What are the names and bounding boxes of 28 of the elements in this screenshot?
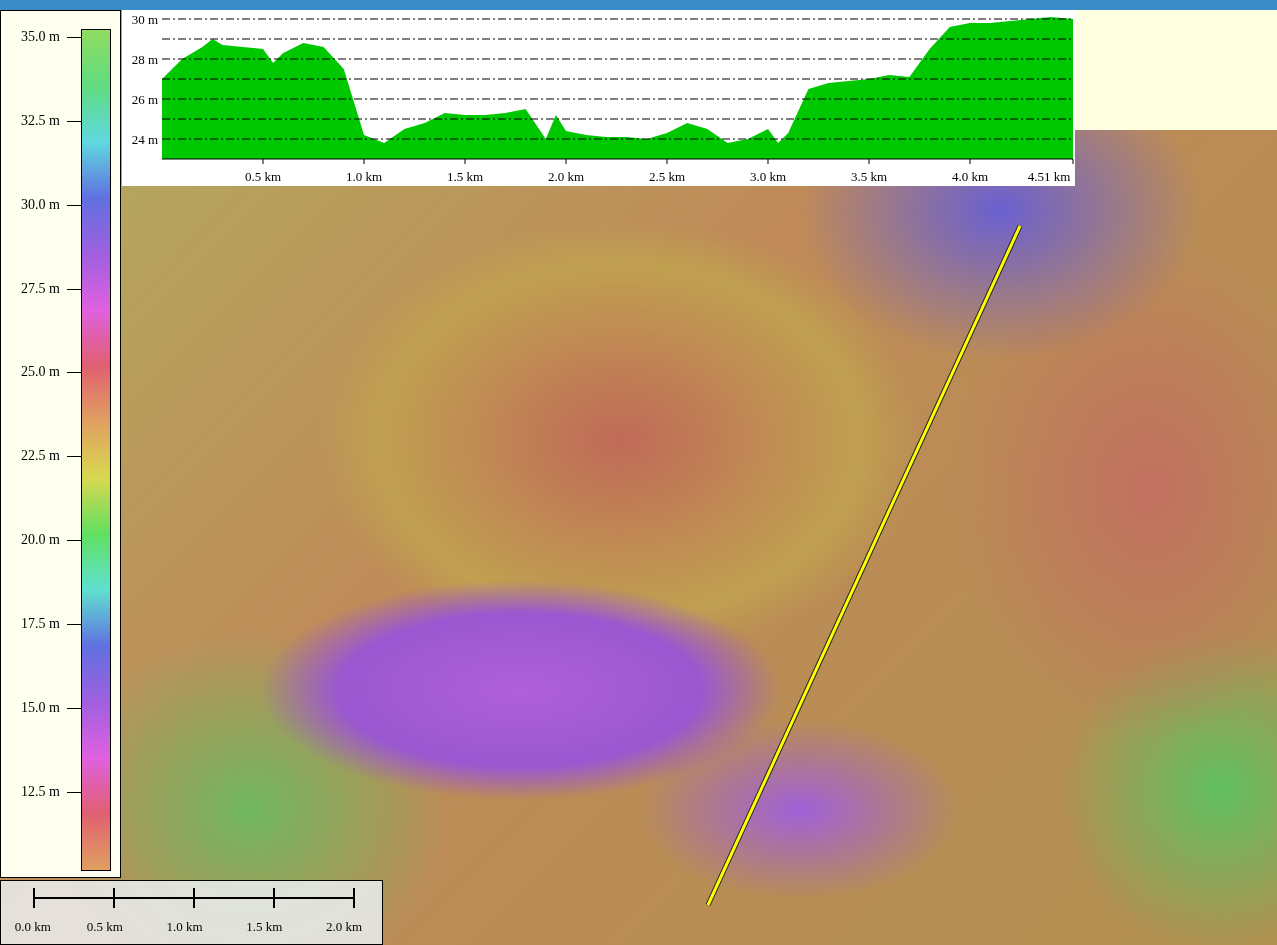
scale-label: 1.5 km — [245, 919, 284, 935]
y-tick-label: 30 m — [131, 12, 158, 27]
scale-label: 2.0 km — [325, 919, 364, 935]
y-tick-label: 26 m — [131, 92, 158, 107]
x-tick-label: 3.5 km — [850, 169, 888, 184]
x-tick-label: 0.5 km — [244, 169, 282, 184]
legend-label: 17.5 m — [21, 615, 60, 632]
y-tick-label: 28 m — [131, 52, 158, 67]
legend-label: 22.5 m — [21, 448, 60, 465]
x-tick-label: 2.5 km — [648, 169, 686, 184]
x-tick-label: 3.0 km — [749, 169, 787, 184]
legend-label: 32.5 m — [21, 112, 60, 129]
x-tick-label: 1.0 km — [345, 169, 383, 184]
x-tick-label: 2.0 km — [547, 169, 585, 184]
x-tick-label: 4.0 km — [951, 169, 989, 184]
y-tick-label: 24 m — [131, 132, 158, 147]
scale-label: 0.5 km — [85, 919, 124, 935]
x-tick-label: 1.5 km — [446, 169, 484, 184]
legend-label: 27.5 m — [21, 280, 60, 297]
x-tick-label: 4.51 km — [1027, 169, 1071, 184]
legend-label: 12.5 m — [21, 783, 60, 800]
legend-label: 15.0 m — [21, 699, 60, 716]
legend-label: 30.0 m — [21, 196, 60, 213]
scale-label: 0.0 km — [13, 919, 52, 935]
legend-label: 35.0 m — [21, 29, 60, 45]
scale-label: 1.0 km — [165, 919, 204, 935]
legend-label: 20.0 m — [21, 532, 60, 548]
legend-label: 25.0 m — [21, 364, 60, 381]
